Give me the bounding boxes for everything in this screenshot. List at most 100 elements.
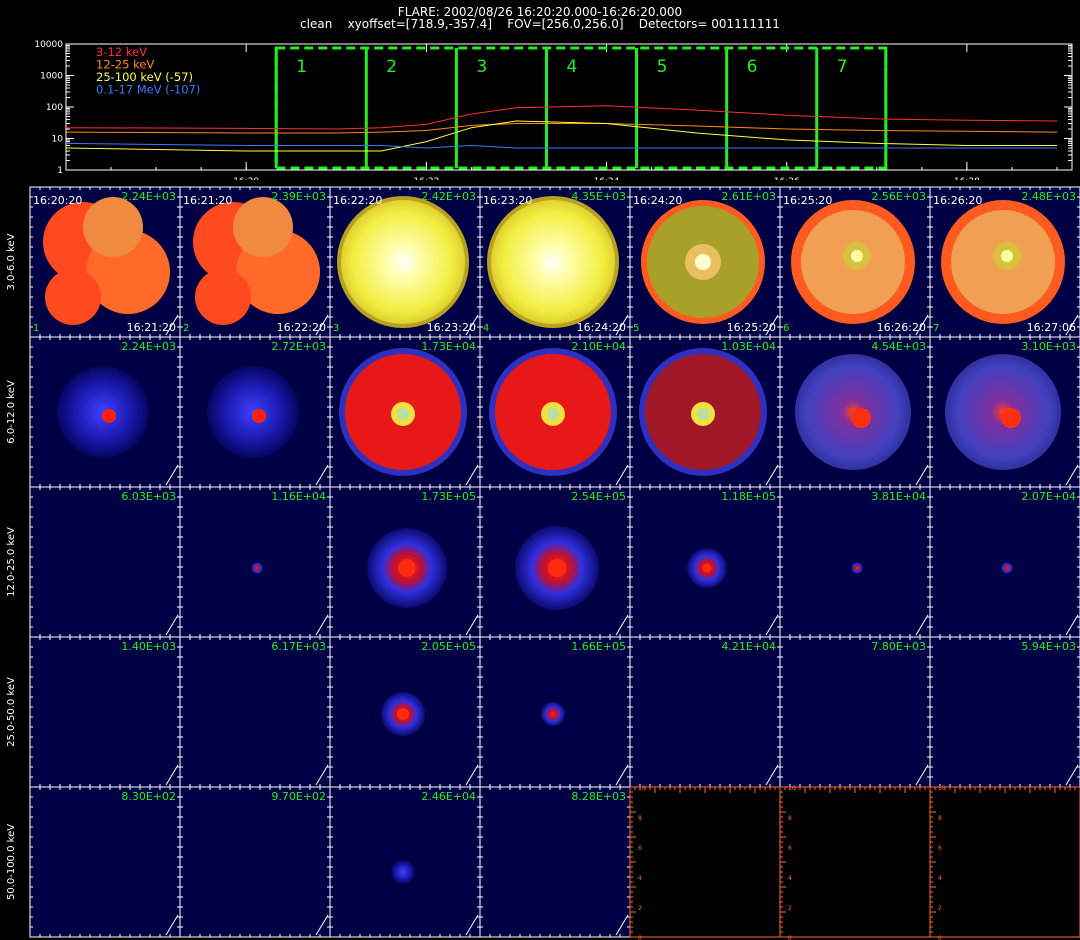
peak-value: 6.03E+03 — [121, 490, 176, 503]
peak-value: 2.48E+03 — [1021, 190, 1076, 203]
axis-tick-label: 6 — [638, 845, 642, 852]
start-time: 16:23:20 — [483, 194, 532, 207]
peak-value: 1.18E+05 — [721, 490, 776, 503]
interval-number: 2 — [183, 323, 189, 334]
peak-value: 2.46E+04 — [421, 790, 476, 803]
start-time: 16:25:20 — [783, 194, 832, 207]
panel-frame — [779, 486, 931, 638]
peak-value: 2.39E+03 — [271, 190, 326, 203]
end-time: 16:26:20 — [877, 321, 926, 334]
axis-tick-label: 4 — [938, 875, 942, 882]
panel-frame — [779, 786, 931, 938]
source-core — [547, 408, 559, 420]
source-blob — [391, 860, 415, 884]
peak-value: 6.17E+03 — [271, 640, 326, 653]
peak-value: 1.40E+03 — [121, 640, 176, 653]
source-blob — [251, 562, 263, 574]
peak-value: 3.10E+03 — [1021, 340, 1076, 353]
peak-value: 1.03E+04 — [721, 340, 776, 353]
peak-value: 2.56E+03 — [871, 190, 926, 203]
panel: 5.94E+03 — [929, 636, 1080, 788]
row-label: 25.0-50.0 keV — [6, 677, 17, 747]
start-time: 16:22:20 — [333, 194, 382, 207]
panel-frame — [929, 486, 1080, 638]
peak-value: 4.21E+04 — [721, 640, 776, 653]
row-label: 50.0-100.0 keV — [6, 824, 17, 900]
panel: 3.81E+04 — [779, 486, 931, 638]
source-blob — [83, 197, 143, 257]
source-core — [252, 409, 266, 423]
axis-tick-label: 8 — [788, 815, 792, 822]
panel: 2.42E+03 16:22:20 16:23:20 3 — [329, 186, 481, 338]
source-core — [397, 408, 409, 420]
peak-value: 3.81E+04 — [871, 490, 926, 503]
source-blob — [491, 200, 615, 324]
source-blob — [57, 366, 149, 458]
panel: 2.24E+03 — [29, 336, 181, 488]
axis-tick-label: 6 — [938, 845, 942, 852]
peak-value: 2.07E+04 — [1021, 490, 1076, 503]
axis-tick-label: 2 — [638, 905, 642, 912]
end-time: 16:21:20 — [127, 321, 176, 334]
panel: 1.66E+05 — [479, 636, 631, 788]
end-time: 16:25:20 — [727, 321, 776, 334]
source-core — [398, 559, 416, 577]
end-time: 16:23:20 — [427, 321, 476, 334]
panel: 4.21E+04 — [629, 636, 781, 788]
peak-value: 1.73E+04 — [421, 340, 476, 353]
start-time: 16:24:20 — [633, 194, 682, 207]
start-time: 16:20:20 — [33, 194, 82, 207]
axis-tick-label: 4 — [638, 875, 642, 882]
axis-tick-label: 2 — [938, 905, 942, 912]
axis-tick-label: 6 — [788, 845, 792, 852]
panel: 2.05E+05 — [329, 636, 481, 788]
source-core — [695, 254, 711, 270]
source-blob — [341, 200, 465, 324]
source-core — [702, 563, 712, 573]
panel-frame — [29, 486, 181, 638]
peak-value: 2.61E+03 — [721, 190, 776, 203]
panel: 1.73E+05 — [329, 486, 481, 638]
panel-frame — [629, 786, 781, 938]
peak-value: 2.54E+05 — [571, 490, 626, 503]
source-blob — [541, 702, 565, 726]
source-blob — [1001, 562, 1013, 574]
panel: 2.10E+04 — [479, 336, 631, 488]
panel: 2.07E+04 — [929, 486, 1080, 638]
axis-tick-label: 10 — [638, 785, 646, 792]
peak-value: 9.70E+02 — [271, 790, 326, 803]
panel: 2.72E+03 — [179, 336, 331, 488]
peak-value: 2.72E+03 — [271, 340, 326, 353]
axis-tick-label: 10 — [788, 785, 796, 792]
end-time: 16:24:20 — [577, 321, 626, 334]
axis-tick-label: 0 — [638, 935, 642, 940]
axis-tick-label: 0 — [788, 935, 792, 940]
panel: 6.03E+03 — [29, 486, 181, 638]
interval-number: 4 — [483, 323, 489, 334]
interval-number: 5 — [633, 323, 639, 334]
peak-value: 2.05E+05 — [421, 640, 476, 653]
peak-value: 2.42E+03 — [421, 190, 476, 203]
panel: 4.35E+03 16:23:20 16:24:20 4 — [479, 186, 631, 338]
panel: 1.18E+05 — [629, 486, 781, 638]
interval-number: 3 — [333, 323, 339, 334]
peak-value: 8.30E+02 — [121, 790, 176, 803]
source-blob — [851, 562, 863, 574]
axis-tick-label: 4 — [788, 875, 792, 882]
source-blob — [45, 269, 101, 325]
panel: 0 2 4 6 8 10 — [779, 785, 931, 940]
source-core — [547, 558, 567, 578]
axis-tick-label: 8 — [938, 815, 942, 822]
axis-tick-label: 8 — [638, 815, 642, 822]
panel: 4.54E+03 — [779, 336, 931, 488]
panel: 2.46E+04 — [329, 786, 481, 938]
panel-frame — [929, 636, 1080, 788]
source-core — [1001, 408, 1021, 428]
row-label: 6.0-12.0 keV — [6, 380, 17, 444]
source-core — [697, 408, 709, 420]
panel: 2.54E+05 — [479, 486, 631, 638]
axis-tick-label: 10 — [938, 785, 946, 792]
peak-value: 1.66E+05 — [571, 640, 626, 653]
panel: 7.80E+03 — [779, 636, 931, 788]
source-core — [851, 408, 871, 428]
